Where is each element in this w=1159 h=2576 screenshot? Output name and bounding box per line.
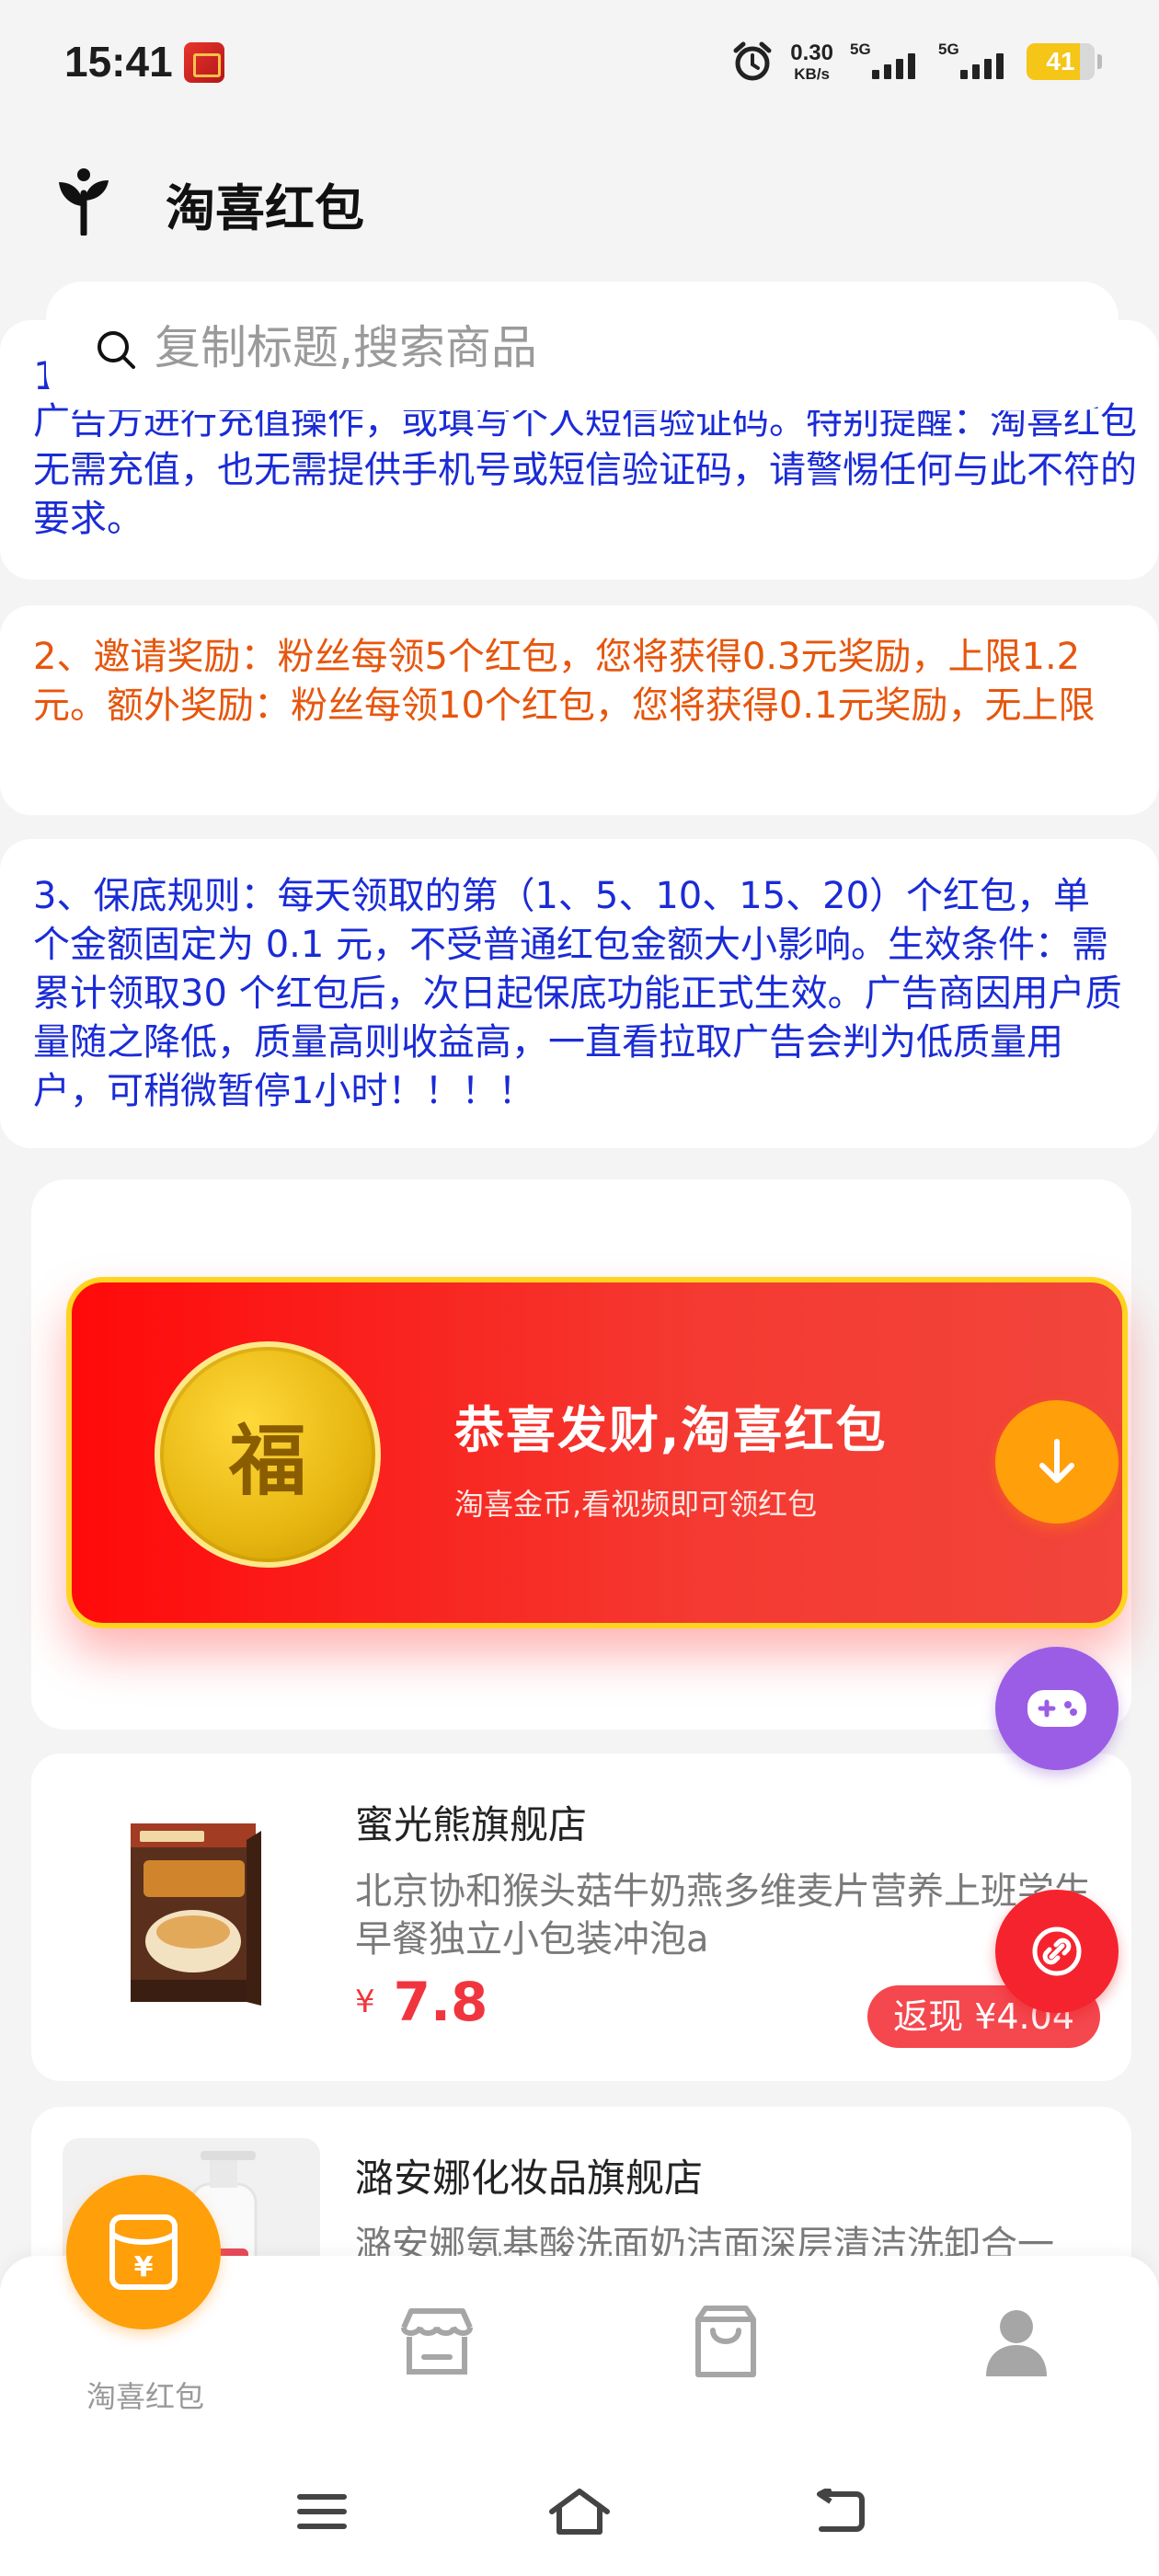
notice-card-2: 2、邀请奖励：粉丝每领5个红包，您将获得0.3元奖励，上限1.2元。额外奖励：粉… [0, 605, 1159, 815]
red-packet-title: 恭喜发财,淘喜红包 [454, 1401, 888, 1459]
arrow-down-icon [1039, 1439, 1074, 1483]
signal-icon: 5G [850, 40, 922, 83]
price-value: 7.8 [393, 1971, 488, 2033]
system-home-button[interactable] [543, 2475, 616, 2548]
nav-store-button[interactable] [396, 2300, 478, 2383]
search-icon [94, 328, 138, 372]
notice-text: 3、保底规则：每天领取的第（1、5、10、15、20）个红包，单个金额固定为 0… [33, 875, 1122, 1112]
product-price: ¥7.8 [355, 1971, 488, 2033]
status-time: 15:41 [64, 38, 173, 86]
network-speed-unit: KB/s [794, 64, 830, 83]
system-menu-button[interactable] [285, 2475, 359, 2548]
status-right-group: 0.30 KB/s 5G 5G 41 [731, 39, 1102, 85]
battery-icon: 41 [1027, 43, 1102, 80]
home-icon [549, 2489, 610, 2535]
sim1-label: 5G [850, 40, 871, 58]
network-speed-value: 0.30 [790, 40, 833, 65]
store-icon [401, 2308, 473, 2375]
red-packet-icon-char: ¥ [134, 2251, 154, 2283]
back-icon [817, 2489, 865, 2532]
product-shop-name: 蜜光熊旗舰店 [355, 1802, 588, 1847]
status-bar: 15:41 0.30 KB/s 5G 5G 41 [0, 0, 1159, 129]
user-icon [986, 2310, 1047, 2376]
logo-sprout-icon [53, 166, 114, 237]
product-card[interactable]: 蜜光熊旗舰店 北京协和猴头菇牛奶燕多维麦片营养上班学生早餐独立小包装冲泡a ¥7… [31, 1754, 1131, 2081]
fortune-coin: 福 [155, 1341, 381, 1568]
app-header: 淘喜红包 [0, 147, 1159, 258]
red-packet-card: 福 恭喜发财,淘喜红包 淘喜金币,看视频即可领红包 [31, 1179, 1131, 1730]
nav-profile-button[interactable] [975, 2300, 1058, 2383]
share-link-button[interactable] [995, 1890, 1119, 2013]
notification-app-icon [184, 42, 224, 83]
menu-icon [297, 2494, 347, 2529]
fortune-char: 福 [228, 1414, 306, 1506]
alarm-icon [731, 40, 774, 83]
notice-card-3: 3、保底规则：每天领取的第（1、5、10、15、20）个红包，单个金额固定为 0… [0, 839, 1159, 1148]
nav-red-packet-label: 淘喜红包 [86, 2379, 204, 2414]
scroll-down-button[interactable] [995, 1400, 1119, 1524]
red-packet-icon: ¥ [109, 2214, 178, 2290]
nav-bag-button[interactable] [684, 2300, 767, 2383]
price-currency: ¥ [355, 1984, 375, 2020]
link-icon [1032, 1926, 1082, 1976]
system-back-button[interactable] [802, 2475, 876, 2548]
notice-text: 2、邀请奖励：粉丝每领5个红包，您将获得0.3元奖励，上限1.2元。额外奖励：粉… [33, 636, 1096, 727]
game-button[interactable] [995, 1647, 1119, 1770]
search-input[interactable] [155, 315, 982, 381]
product-image [63, 1785, 320, 2042]
red-packet-banner[interactable]: 福 恭喜发财,淘喜红包 淘喜金币,看视频即可领红包 [66, 1277, 1128, 1628]
sim2-label: 5G [938, 40, 959, 58]
product-shop-name: 潞安娜化妆品旗舰店 [355, 2156, 704, 2201]
search-bar[interactable] [46, 282, 1119, 410]
gamepad-icon [1027, 1690, 1086, 1727]
red-packet-subtitle: 淘喜金币,看视频即可领红包 [454, 1487, 818, 1522]
page-title: 淘喜红包 [166, 179, 364, 237]
network-speed: 0.30 KB/s [790, 40, 833, 83]
signal-icon: 5G [938, 40, 1010, 83]
notice-text: 广告方进行充值操作，或填写个人短信验证码。特别提醒：淘喜红包无需充值，也无需提供… [33, 400, 1137, 540]
nav-red-packet-button[interactable]: ¥ [66, 2175, 221, 2329]
bag-icon [695, 2306, 756, 2377]
battery-level: 41 [1046, 47, 1075, 75]
